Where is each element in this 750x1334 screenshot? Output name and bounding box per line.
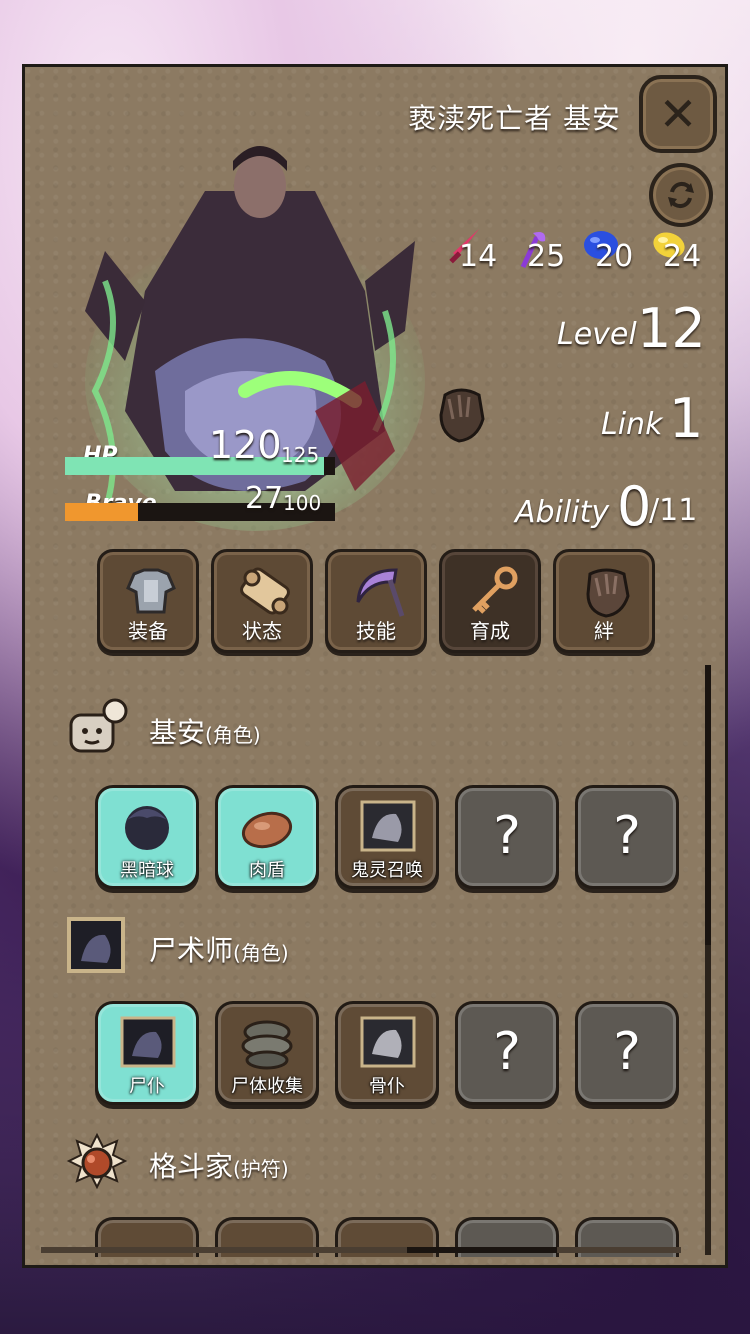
purple-resource: 25 <box>513 227 573 287</box>
brave-bar-fill <box>65 503 138 521</box>
skill-slot-label: 鬼灵召唤 <box>351 860 423 881</box>
horizontal-scrollbar[interactable] <box>41 1247 681 1253</box>
locked-skill-slot[interactable]: ? <box>575 1001 679 1105</box>
vertical-scrollbar[interactable] <box>705 665 711 1255</box>
tab-skills[interactable]: 技能 <box>325 549 427 653</box>
character-portrait <box>85 146 425 531</box>
gauntlet-icon[interactable] <box>431 385 493 447</box>
refresh-icon <box>668 181 694 209</box>
vertical-scrollbar-thumb[interactable] <box>705 665 711 945</box>
character-name: 亵渎死亡者 基安 <box>408 102 621 135</box>
character-detail-panel: 亵渎死亡者 基安 ✕ 14 25 20 24 Level 12 Link 1 A… <box>22 64 728 1268</box>
section-title: 尸术师(角色) <box>149 934 289 967</box>
locked-skill-slot[interactable]: ? <box>575 785 679 889</box>
ability-label: Ability <box>515 495 610 530</box>
link-label: Link <box>601 407 663 442</box>
ability-max: /11 <box>649 493 698 528</box>
section-header: 尸术师(角色) <box>65 915 465 985</box>
tab-bond-label: 絆 <box>594 619 614 643</box>
tab-bond[interactable]: 絆 <box>553 549 655 653</box>
locked-slot-mark: ? <box>493 1022 521 1082</box>
level-value: 12 <box>637 297 706 360</box>
skill-slot[interactable]: 尸仆 <box>95 1001 199 1105</box>
training-list[interactable]: 基安(角色) 黑暗球 肉盾 鬼灵召唤 ? ? 尸术师(角色) 尸仆 尸体收集 骨… <box>25 667 705 1257</box>
meat-icon <box>241 811 293 849</box>
link-value: 1 <box>669 387 704 450</box>
resource-counts: 14 25 20 24 <box>445 227 715 287</box>
red-resource-count: 14 <box>459 239 498 274</box>
tab-training[interactable]: 育成 <box>439 549 541 653</box>
hp-value: 120 <box>209 423 282 467</box>
chat-face-icon <box>69 698 128 753</box>
skill-slot-label: 尸仆 <box>129 1076 165 1097</box>
skill-slot[interactable]: 黑暗球 <box>95 785 199 889</box>
scythe-icon <box>356 568 405 617</box>
close-icon: ✕ <box>658 87 698 141</box>
ability-value: 0 <box>617 475 652 538</box>
tab-training-label: 育成 <box>470 619 510 643</box>
necromancer-portrait-icon <box>67 917 125 973</box>
yellow-resource-count: 24 <box>663 239 702 274</box>
close-button[interactable]: ✕ <box>639 75 717 153</box>
yellow-resource: 24 <box>649 227 709 287</box>
tab-equipment-label: 装备 <box>128 619 168 643</box>
section-title: 基安(角色) <box>149 716 261 749</box>
locked-slot-mark: ? <box>493 806 521 866</box>
servant-portrait-icon <box>120 1016 176 1068</box>
section-header: 基安(角色) <box>65 697 465 767</box>
skill-slot[interactable]: 尸体收集 <box>215 1001 319 1105</box>
dark-orb-icon <box>125 806 169 850</box>
skill-slot-label: 尸体收集 <box>231 1076 303 1097</box>
tab-equipment[interactable]: 装备 <box>97 549 199 653</box>
horizontal-scrollbar-thumb[interactable] <box>407 1247 557 1253</box>
brave-max: 100 <box>283 491 322 515</box>
locked-skill-slot[interactable]: ? <box>455 785 559 889</box>
hp-max: 125 <box>281 443 320 467</box>
red-resource: 14 <box>445 227 505 287</box>
level-label: Level <box>557 317 637 352</box>
locked-skill-slot[interactable]: ? <box>455 1001 559 1105</box>
key-icon <box>472 566 518 614</box>
tab-skills-label: 技能 <box>356 619 396 643</box>
tab-status-label: 状态 <box>242 619 282 643</box>
locked-slot-mark: ? <box>613 806 641 866</box>
corpse-pile-icon <box>241 1020 293 1070</box>
purple-resource-count: 25 <box>527 239 566 274</box>
locked-slot-mark: ? <box>613 1022 641 1082</box>
blue-resource-count: 20 <box>595 239 634 274</box>
skill-slot[interactable]: 骨仆 <box>335 1001 439 1105</box>
armor-icon <box>126 568 176 614</box>
skill-slot[interactable]: 肉盾 <box>215 785 319 889</box>
scroll-icon <box>240 567 290 615</box>
blue-resource: 20 <box>581 227 641 287</box>
section-title: 格斗家(护符) <box>149 1150 289 1183</box>
brave-value: 27 <box>245 481 284 516</box>
skill-slot-label: 骨仆 <box>369 1076 405 1097</box>
skill-slot[interactable]: 鬼灵召唤 <box>335 785 439 889</box>
skill-slot-label: 黑暗球 <box>120 860 174 881</box>
gauntlet-tab-icon <box>586 568 630 618</box>
skill-slot-label: 肉盾 <box>249 860 285 881</box>
refresh-button[interactable] <box>649 163 713 227</box>
bone-servant-icon <box>360 1016 416 1068</box>
ghost-portrait-icon <box>360 800 416 852</box>
fighter-amulet-icon <box>66 1132 128 1190</box>
tab-status[interactable]: 状态 <box>211 549 313 653</box>
section-header: 格斗家(护符) <box>65 1131 465 1201</box>
